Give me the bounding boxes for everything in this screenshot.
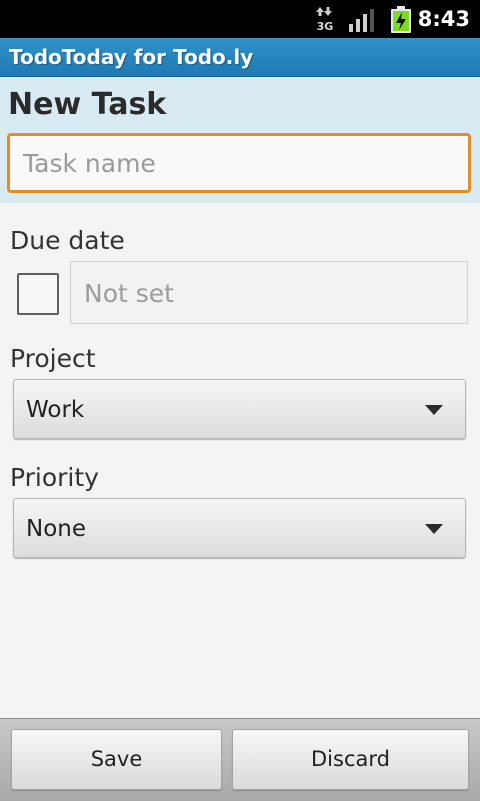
save-button[interactable]: Save xyxy=(11,729,222,790)
app-title-bar: TodoToday for Todo.ly xyxy=(0,38,480,77)
network-type-label: 3G xyxy=(317,20,334,32)
chevron-down-icon xyxy=(425,524,443,534)
3g-data-icon: 3G xyxy=(316,7,334,32)
priority-dropdown[interactable]: None xyxy=(13,498,466,558)
project-label: Project xyxy=(10,344,96,373)
task-name-input[interactable] xyxy=(7,133,471,193)
due-date-value: Not set xyxy=(84,279,174,308)
due-date-label: Due date xyxy=(10,226,125,255)
bottom-action-bar: Save Discard xyxy=(0,718,480,801)
new-task-header: New Task xyxy=(0,77,480,203)
battery-charging-icon xyxy=(391,6,411,33)
project-dropdown[interactable]: Work xyxy=(13,379,466,439)
chevron-down-icon xyxy=(425,405,443,415)
project-selected-value: Work xyxy=(26,397,85,423)
signal-strength-icon xyxy=(349,9,374,32)
due-date-checkbox[interactable] xyxy=(17,273,59,315)
due-date-field[interactable]: Not set xyxy=(70,261,468,324)
page-title: New Task xyxy=(8,87,167,122)
app-title: TodoToday for Todo.ly xyxy=(9,45,254,69)
status-bar: 3G 8:43 xyxy=(0,0,480,38)
clock: 8:43 xyxy=(417,7,470,31)
discard-button[interactable]: Discard xyxy=(232,729,469,790)
priority-label: Priority xyxy=(10,463,99,492)
priority-selected-value: None xyxy=(26,516,87,542)
